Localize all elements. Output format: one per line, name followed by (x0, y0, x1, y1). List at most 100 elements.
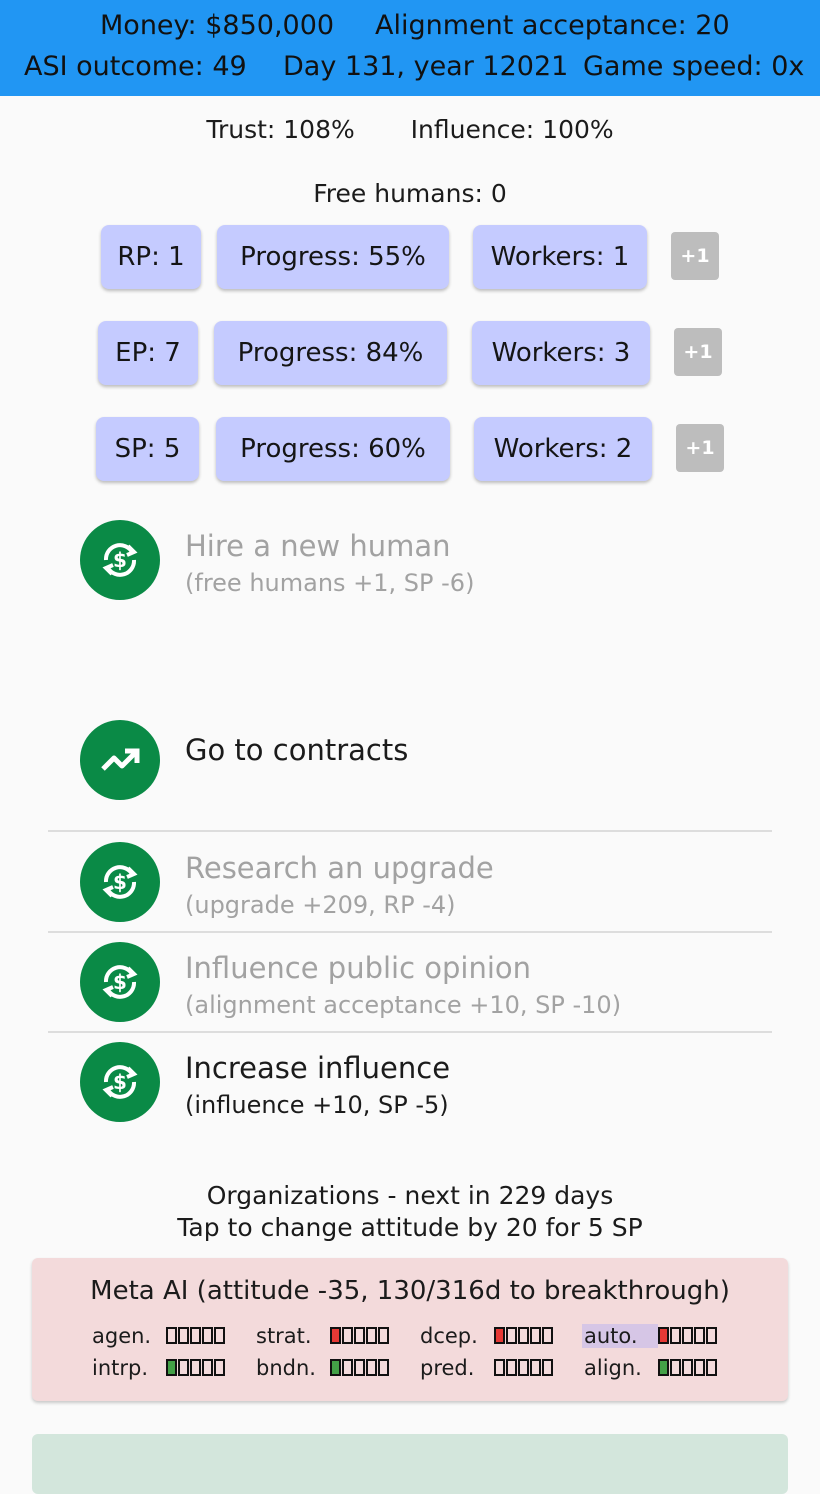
stat-level-box (366, 1326, 377, 1344)
svg-text:$: $ (113, 548, 127, 572)
top-status-bar: Money: $850,000 Alignment acceptance: 20… (0, 0, 820, 96)
influence-public-opinion-action[interactable]: $ Influence public opinion (alignment ac… (48, 937, 772, 1027)
organization-card-meta-ai[interactable]: Meta AI (attitude -35, 130/316d to break… (32, 1258, 788, 1401)
stat-level-box (378, 1358, 389, 1376)
currency-exchange-icon: $ (80, 942, 160, 1022)
sp-progress-button[interactable]: Progress: 60% (216, 417, 450, 481)
stat-level-box (166, 1358, 177, 1376)
stat-level-bar (166, 1326, 226, 1344)
hire-human-subtitle: (free humans +1, SP -6) (185, 569, 475, 597)
stat-intrp: intrp. (90, 1356, 226, 1380)
hire-human-action[interactable]: $ Hire a new human (free humans +1, SP -… (48, 515, 772, 605)
stat-label: dcep. (420, 1324, 478, 1348)
asi-outcome-value: ASI outcome: 49 (24, 51, 247, 82)
rp-add-worker-button[interactable]: +1 (671, 232, 719, 280)
organizations-hint: Tap to change attitude by 20 for 5 SP (177, 1213, 643, 1242)
stat-level-box (670, 1326, 681, 1344)
stat-level-box (706, 1358, 717, 1376)
stat-label: strat. (256, 1324, 312, 1348)
stat-dcep: dcep. (418, 1324, 554, 1348)
stat-level-box (530, 1358, 541, 1376)
alignment-acceptance-value: Alignment acceptance: 20 (375, 10, 730, 41)
stat-level-box (694, 1358, 705, 1376)
stat-level-box (518, 1326, 529, 1344)
game-speed[interactable]: Game speed: 0x (583, 51, 804, 83)
organizations-header: Organizations - next in 229 days (206, 1181, 614, 1210)
stat-level-box (506, 1326, 517, 1344)
stat-level-box (166, 1326, 177, 1344)
organization-card-next[interactable] (32, 1434, 788, 1494)
go-to-contracts-title: Go to contracts (185, 733, 409, 767)
increase-influence-action[interactable]: $ Increase influence (influence +10, SP … (48, 1037, 772, 1127)
hire-human-title: Hire a new human (185, 529, 451, 563)
ep-progress-button[interactable]: Progress: 84% (214, 321, 447, 385)
stat-level-box (190, 1358, 201, 1376)
rp-progress-button[interactable]: Progress: 55% (217, 225, 449, 289)
stat-level-box (706, 1326, 717, 1344)
research-upgrade-action[interactable]: $ Research an upgrade (upgrade +209, RP … (48, 837, 772, 927)
stat-level-box (330, 1358, 341, 1376)
trust-influence-line: Trust: 108% Influence: 100% (0, 115, 820, 144)
stat-pred: pred. (418, 1356, 554, 1380)
stat-label: agen. (92, 1324, 152, 1348)
increase-influence-title: Increase influence (185, 1051, 451, 1085)
stat-level-box (178, 1326, 189, 1344)
stat-label: pred. (420, 1356, 475, 1380)
stat-level-box (658, 1358, 669, 1376)
stat-level-box (658, 1326, 669, 1344)
stat-level-box (542, 1326, 553, 1344)
currency-exchange-icon: $ (80, 842, 160, 922)
stat-level-box (378, 1326, 389, 1344)
stat-level-box (366, 1358, 377, 1376)
stat-level-box (694, 1326, 705, 1344)
stat-level-box (542, 1358, 553, 1376)
research-upgrade-title: Research an upgrade (185, 851, 494, 885)
ep-points-button[interactable]: EP: 7 (98, 321, 198, 385)
influence-value: Influence: 100% (410, 115, 614, 144)
stat-level-box (354, 1358, 365, 1376)
stat-auto: auto. (582, 1324, 718, 1348)
stat-level-box (190, 1326, 201, 1344)
stat-align: align. (582, 1356, 718, 1380)
increase-influence-subtitle: (influence +10, SP -5) (185, 1091, 449, 1119)
rp-points-button[interactable]: RP: 1 (101, 225, 201, 289)
sp-add-worker-button[interactable]: +1 (676, 424, 724, 472)
stat-level-box (342, 1326, 353, 1344)
svg-text:$: $ (113, 970, 127, 994)
currency-exchange-icon: $ (80, 520, 160, 600)
stat-level-bar (166, 1358, 226, 1376)
stat-level-box (330, 1326, 341, 1344)
stat-level-bar (658, 1326, 718, 1344)
stat-level-bar (494, 1326, 554, 1344)
stat-strat: strat. (254, 1324, 390, 1348)
stat-level-box (214, 1326, 225, 1344)
svg-text:$: $ (113, 870, 127, 894)
influence-public-opinion-title: Influence public opinion (185, 951, 532, 985)
ep-add-worker-button[interactable]: +1 (674, 328, 722, 376)
stat-level-bar (658, 1358, 718, 1376)
svg-text:$: $ (113, 1070, 127, 1094)
free-humans-value: Free humans: 0 (313, 179, 507, 208)
go-to-contracts-action[interactable]: Go to contracts (48, 715, 772, 805)
ep-workers-button[interactable]: Workers: 3 (472, 321, 650, 385)
stat-level-box (214, 1358, 225, 1376)
stat-label: intrp. (92, 1356, 149, 1380)
divider (48, 931, 772, 933)
stat-level-box (354, 1326, 365, 1344)
stat-level-box (342, 1358, 353, 1376)
rp-workers-button[interactable]: Workers: 1 (473, 225, 647, 289)
influence-public-opinion-subtitle: (alignment acceptance +10, SP -10) (185, 991, 622, 1019)
stat-level-bar (494, 1358, 554, 1376)
sp-points-button[interactable]: SP: 5 (96, 417, 199, 481)
money-value: Money: $850,000 (100, 10, 335, 41)
stat-level-box (202, 1358, 213, 1376)
stat-level-bar (330, 1326, 390, 1344)
stat-level-bar (330, 1358, 390, 1376)
stat-level-box (506, 1358, 517, 1376)
stat-level-box (682, 1358, 693, 1376)
stat-level-box (518, 1358, 529, 1376)
currency-exchange-icon: $ (80, 1042, 160, 1122)
game-date: Day 131, year 12021 (283, 51, 569, 82)
stat-label: auto. (582, 1324, 658, 1348)
sp-workers-button[interactable]: Workers: 2 (474, 417, 652, 481)
